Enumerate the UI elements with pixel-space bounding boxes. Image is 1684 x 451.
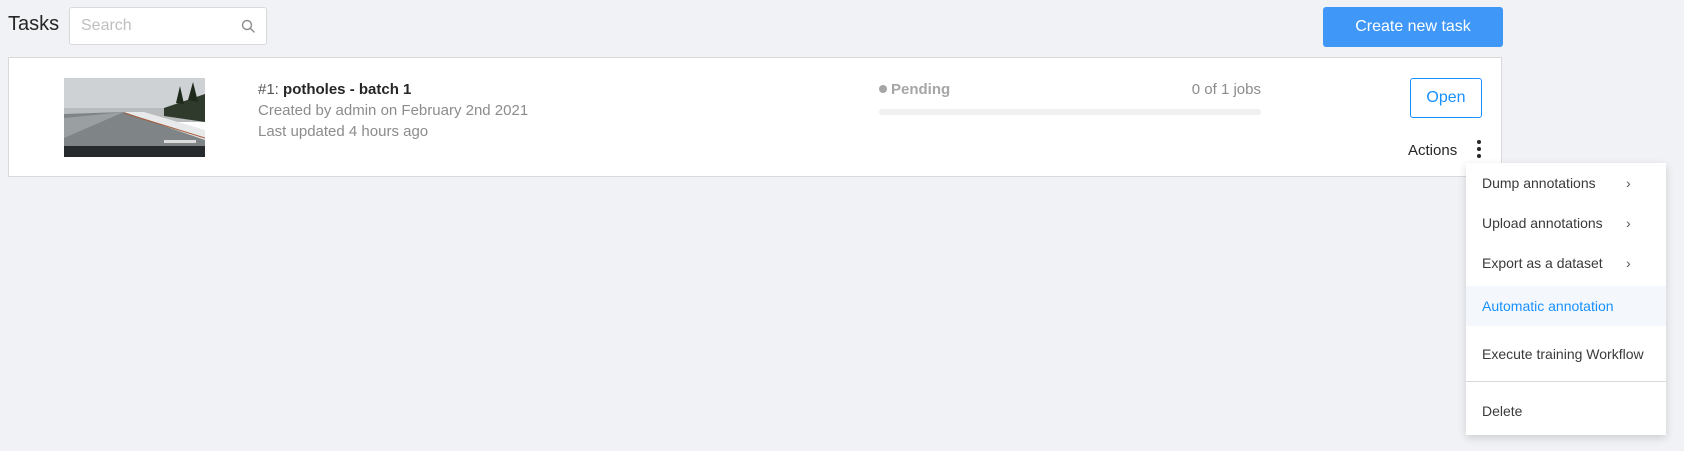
chevron-right-icon: › (1626, 255, 1631, 271)
more-vertical-icon[interactable] (1475, 138, 1483, 160)
menu-item-dump-annotations[interactable]: Dump annotations › (1466, 163, 1666, 203)
search-box[interactable] (69, 7, 267, 45)
menu-divider (1466, 381, 1666, 382)
actions-label[interactable]: Actions (1408, 142, 1457, 159)
search-input[interactable] (70, 8, 241, 44)
create-new-task-button[interactable]: Create new task (1323, 7, 1503, 47)
task-progress-bar (879, 109, 1261, 115)
menu-item-label: Export as a dataset (1482, 255, 1603, 271)
task-name: potholes - batch 1 (283, 81, 412, 98)
menu-item-upload-annotations[interactable]: Upload annotations › (1466, 203, 1666, 243)
actions-menu: Dump annotations › Upload annotations › … (1466, 163, 1666, 435)
task-item: #1: potholes - batch 1 Created by admin … (8, 57, 1502, 177)
menu-item-label: Upload annotations (1482, 215, 1603, 231)
menu-item-label: Dump annotations (1482, 175, 1596, 191)
status-badge: Pending (879, 81, 950, 98)
menu-item-execute-training-workflow[interactable]: Execute training Workflow (1466, 334, 1666, 374)
menu-item-automatic-annotation[interactable]: Automatic annotation (1466, 286, 1666, 326)
task-id: #1: (258, 81, 279, 98)
task-created: Created by admin on February 2nd 2021 (258, 102, 529, 119)
status-text: Pending (891, 81, 951, 98)
menu-item-export-dataset[interactable]: Export as a dataset › (1466, 243, 1666, 283)
task-title: #1: potholes - batch 1 (258, 81, 411, 98)
page-title: Tasks (8, 13, 60, 35)
menu-item-label: Execute training Workflow (1482, 346, 1644, 362)
jobs-count: 0 of 1 jobs (1191, 81, 1261, 98)
chevron-right-icon: › (1626, 215, 1631, 231)
open-task-button[interactable]: Open (1410, 78, 1482, 118)
task-updated: Last updated 4 hours ago (258, 123, 429, 140)
search-icon[interactable] (241, 19, 255, 38)
menu-item-delete[interactable]: Delete (1466, 391, 1666, 431)
menu-item-label: Automatic annotation (1482, 298, 1614, 314)
status-dot-icon (879, 85, 887, 93)
menu-item-label: Delete (1482, 403, 1523, 419)
task-preview-image[interactable] (64, 78, 205, 157)
chevron-right-icon: › (1626, 175, 1631, 191)
